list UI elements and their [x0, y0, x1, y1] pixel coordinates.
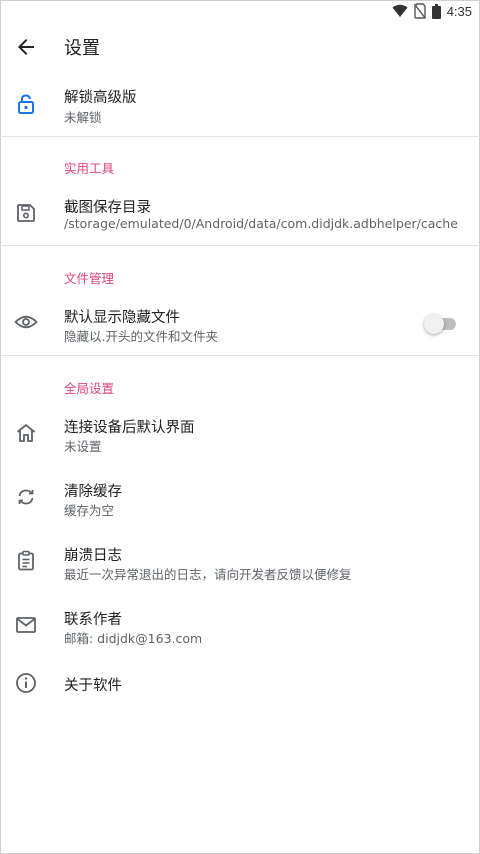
- category-tools: 实用工具: [64, 161, 115, 176]
- sync-icon: [18, 489, 34, 505]
- pref-subtitle: 隐藏以.开头的文件和文件夹: [64, 329, 218, 344]
- pref-subtitle: /storage/emulated/0/Android/data/com.did…: [64, 216, 458, 231]
- pref-show-hidden[interactable]: 默认显示隐藏文件 隐藏以.开头的文件和文件夹: [0, 298, 480, 355]
- status-time: 4:35: [446, 3, 472, 19]
- divider: [0, 355, 480, 356]
- app-bar: 设置: [0, 24, 480, 70]
- switch-knob: [424, 314, 444, 334]
- status-icons: 4:35: [392, 3, 472, 19]
- pref-contact-author[interactable]: 联系作者 邮箱: didjdk@163.com: [0, 600, 480, 656]
- status-bar: 4:35: [0, 0, 480, 24]
- lock-open-icon: [18, 94, 34, 114]
- pref-screenshot-dir[interactable]: 截图保存目录 /storage/emulated/0/Android/data/…: [0, 188, 480, 245]
- clipboard-icon: [18, 550, 34, 571]
- pref-subtitle: 未设置: [64, 439, 102, 454]
- no-sim-icon: [413, 3, 426, 19]
- eye-icon: [14, 315, 38, 329]
- pref-title: 清除缓存: [64, 484, 122, 500]
- save-icon: [17, 204, 35, 222]
- arrow-back-icon[interactable]: [14, 35, 38, 59]
- pref-crash-log[interactable]: 崩溃日志 最近一次异常退出的日志，请向开发者反馈以便修复: [0, 536, 480, 592]
- pref-subtitle: 邮箱: didjdk@163.com: [64, 631, 203, 646]
- show-hidden-switch[interactable]: [424, 314, 456, 334]
- divider: [0, 136, 480, 137]
- divider: [0, 245, 480, 246]
- mail-icon: [16, 617, 36, 633]
- wifi-icon: [392, 4, 408, 17]
- pref-title: 截图保存目录: [64, 200, 151, 216]
- pref-title: 解锁高级版: [64, 90, 137, 106]
- battery-icon: [431, 3, 441, 19]
- page-title: 设置: [64, 38, 100, 59]
- pref-title: 默认显示隐藏文件: [64, 310, 180, 326]
- home-icon: [16, 423, 36, 442]
- pref-clear-cache[interactable]: 清除缓存 缓存为空: [0, 472, 480, 528]
- pref-title: 崩溃日志: [64, 548, 122, 564]
- pref-default-screen[interactable]: 连接设备后默认界面 未设置: [0, 408, 480, 464]
- info-icon: [16, 673, 36, 693]
- pref-title: 连接设备后默认界面: [64, 420, 195, 436]
- pref-subtitle: 缓存为空: [64, 503, 115, 518]
- pref-title: 关于软件: [64, 678, 122, 694]
- category-files: 文件管理: [64, 271, 115, 286]
- pref-subtitle: 最近一次异常退出的日志，请向开发者反馈以便修复: [64, 567, 352, 582]
- pref-unlock-premium[interactable]: 解锁高级版 未解锁: [0, 78, 480, 136]
- pref-about[interactable]: 关于软件: [0, 664, 480, 704]
- pref-title: 联系作者: [64, 612, 122, 628]
- category-global: 全局设置: [64, 381, 115, 396]
- pref-subtitle: 未解锁: [64, 110, 102, 125]
